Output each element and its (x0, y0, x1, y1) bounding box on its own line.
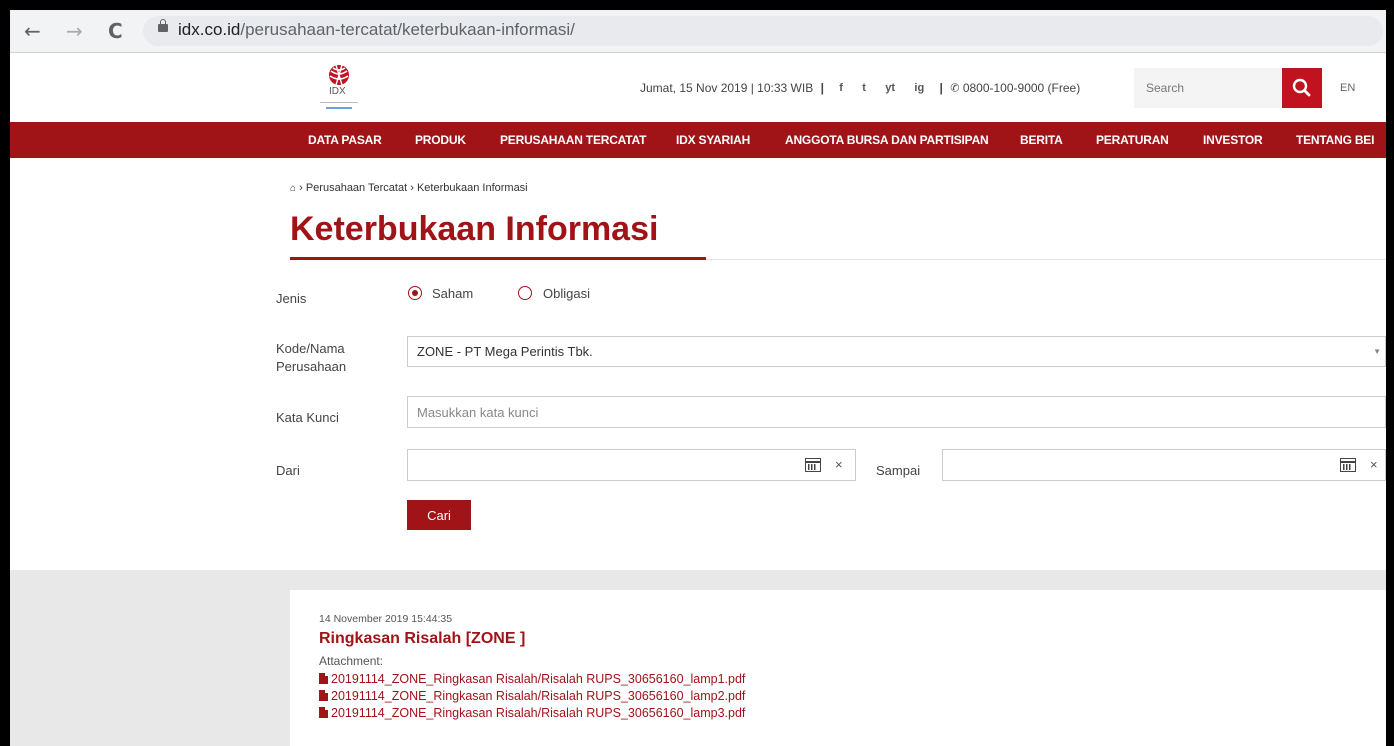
url-text[interactable]: idx.co.id/perusahaan-tercatat/keterbukaa… (178, 20, 575, 40)
browser-toolbar: ← → C idx.co.id/perusahaan-tercatat/kete… (10, 10, 1386, 53)
browser-window: ← → C idx.co.id/perusahaan-tercatat/kete… (10, 10, 1386, 746)
kode-label: Kode/Nama Perusahaan (276, 341, 347, 374)
language-switch[interactable]: EN (1340, 82, 1355, 94)
idx-logo[interactable]: IDX (308, 62, 370, 124)
page-title: Keterbukaan Informasi (290, 210, 659, 248)
lock-icon (158, 19, 168, 32)
breadcrumb-item-current: Keterbukaan Informasi (416, 182, 528, 194)
back-arrow-icon[interactable]: ← (24, 19, 41, 43)
url-path: /perusahaan-tercatat/keterbukaan-informa… (240, 20, 575, 39)
calendar-icon[interactable] (1340, 458, 1356, 472)
sampai-label: Sampai (876, 463, 921, 478)
header-datetime: Jumat, 15 Nov 2019 | 10:33 WIB (640, 80, 814, 95)
phone-icon: ✆ (950, 82, 960, 95)
title-divider (706, 259, 1386, 260)
calendar-icon[interactable] (805, 458, 821, 472)
youtube-icon[interactable]: yt (885, 82, 895, 94)
keyword-input[interactable]: Masukkan kata kunci (407, 396, 1386, 428)
title-underline (290, 257, 706, 260)
nav-item-idx-syariah[interactable]: IDX SYARIAH (676, 133, 750, 147)
logo-text: IDX (329, 86, 346, 97)
url-domain: idx.co.id (178, 20, 241, 39)
radio-saham[interactable] (408, 286, 422, 300)
nav-item-perusahaan-tercatat[interactable]: PERUSAHAAN TERCATAT (500, 133, 646, 147)
breadcrumb-item-perusahaan-tercatat[interactable]: Perusahaan Tercatat (306, 182, 407, 194)
nav-item-produk[interactable]: PRODUK (415, 133, 466, 147)
attachment-link[interactable]: 20191114_ZONE_Ringkasan Risalah/Risalah … (319, 706, 745, 720)
jenis-label: Jenis (276, 291, 307, 306)
nav-item-investor[interactable]: INVESTOR (1203, 133, 1263, 147)
kata-kunci-label: Kata Kunci (276, 410, 339, 425)
facebook-icon[interactable]: f (839, 82, 843, 94)
nav-item-berita[interactable]: BERITA (1020, 133, 1063, 147)
clear-icon[interactable]: × (835, 457, 843, 472)
radio-saham-label[interactable]: Saham (432, 286, 473, 301)
radio-obligasi-label[interactable]: Obligasi (543, 286, 590, 301)
result-card (290, 590, 1386, 746)
clear-icon[interactable]: × (1370, 457, 1378, 472)
radio-obligasi[interactable] (518, 286, 532, 300)
nav-item-tentang-bei[interactable]: TENTANG BEI (1296, 133, 1374, 147)
result-title-link[interactable]: Ringkasan Risalah [ZONE ] (319, 630, 525, 648)
attachment-label: Attachment: (319, 654, 384, 668)
header-phone: 0800-100-9000 (Free) (962, 80, 1081, 95)
date-from-input[interactable]: × (407, 449, 856, 481)
search-placeholder: Search (1146, 81, 1185, 95)
search-icon (1292, 78, 1311, 97)
nav-item-peraturan[interactable]: PERATURAN (1096, 133, 1169, 147)
company-select[interactable]: ZONE - PT Mega Perintis Tbk. ▼ (407, 336, 1386, 367)
attachment-link[interactable]: 20191114_ZONE_Ringkasan Risalah/Risalah … (319, 689, 745, 703)
company-select-value: ZONE - PT Mega Perintis Tbk. (417, 344, 593, 359)
chevron-down-icon: ▼ (1373, 347, 1381, 356)
home-icon[interactable]: ⌂ (290, 183, 296, 194)
pdf-icon (319, 690, 328, 701)
nav-item-anggota-bursa[interactable]: ANGGOTA BURSA DAN PARTISIPAN (785, 133, 989, 147)
twitter-icon[interactable]: t (862, 82, 866, 94)
forward-arrow-icon[interactable]: → (66, 19, 83, 43)
reload-icon[interactable]: C (108, 19, 123, 43)
result-date: 14 November 2019 15:44:35 (319, 613, 453, 625)
date-to-input[interactable]: × (942, 449, 1386, 481)
search-input[interactable]: Search (1134, 68, 1282, 108)
search-button[interactable] (1282, 68, 1322, 108)
dari-label: Dari (276, 463, 300, 478)
keyword-placeholder: Masukkan kata kunci (417, 405, 539, 420)
pdf-icon (319, 673, 328, 684)
pdf-icon (319, 707, 328, 718)
header-info: Jumat, 15 Nov 2019 | 10:33 WIB | f t yt … (640, 80, 1081, 95)
instagram-icon[interactable]: ig (914, 82, 924, 94)
main-nav: DATA PASAR PRODUK PERUSAHAAN TERCATAT ID… (10, 122, 1386, 158)
attachment-link[interactable]: 20191114_ZONE_Ringkasan Risalah/Risalah … (319, 672, 745, 686)
cari-button[interactable]: Cari (407, 500, 471, 530)
breadcrumb: ⌂ › Perusahaan Tercatat › Keterbukaan In… (290, 182, 528, 194)
nav-item-data-pasar[interactable]: DATA PASAR (308, 133, 382, 147)
